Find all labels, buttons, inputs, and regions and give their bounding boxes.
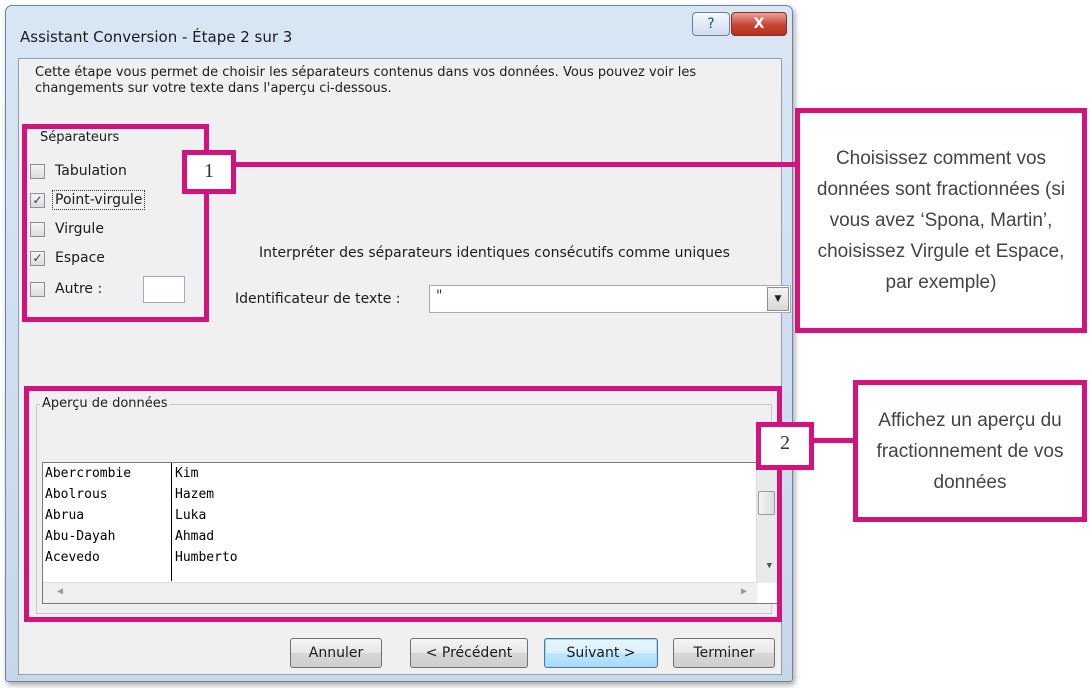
dialog-title: Assistant Conversion - Étape 2 sur 3 [20, 28, 293, 46]
previous-button[interactable]: < Précédent [410, 638, 528, 668]
callout-two-text: Affichez un aperçu du fractionnement de … [853, 380, 1087, 522]
text-qualifier-label: Identificateur de texte : [235, 291, 401, 307]
finish-button[interactable]: Terminer [673, 638, 775, 668]
close-button[interactable]: X [731, 12, 787, 36]
text-qualifier-value: " [436, 288, 443, 304]
callout-one-text: Choisissez comment vos données sont frac… [795, 108, 1087, 333]
callout-two-number: 2 [756, 422, 814, 470]
callout-one-number: 1 [182, 150, 236, 194]
callout-one-connector [232, 162, 800, 167]
preview-highlight-box [24, 386, 782, 622]
help-button[interactable]: ? [692, 12, 730, 36]
separators-highlight-box [22, 124, 209, 322]
next-button[interactable]: Suivant > [544, 638, 658, 668]
step-description: Cette étape vous permet de choisir les s… [35, 65, 697, 96]
text-qualifier-select[interactable]: " ▼ [429, 285, 791, 313]
chevron-down-icon[interactable]: ▼ [767, 287, 789, 311]
consecutive-delimiters-label[interactable]: Interpréter des séparateurs identiques c… [259, 245, 730, 261]
cancel-button[interactable]: Annuler [290, 638, 382, 668]
title-bar: Assistant Conversion - Étape 2 sur 3 ? X [6, 6, 792, 58]
